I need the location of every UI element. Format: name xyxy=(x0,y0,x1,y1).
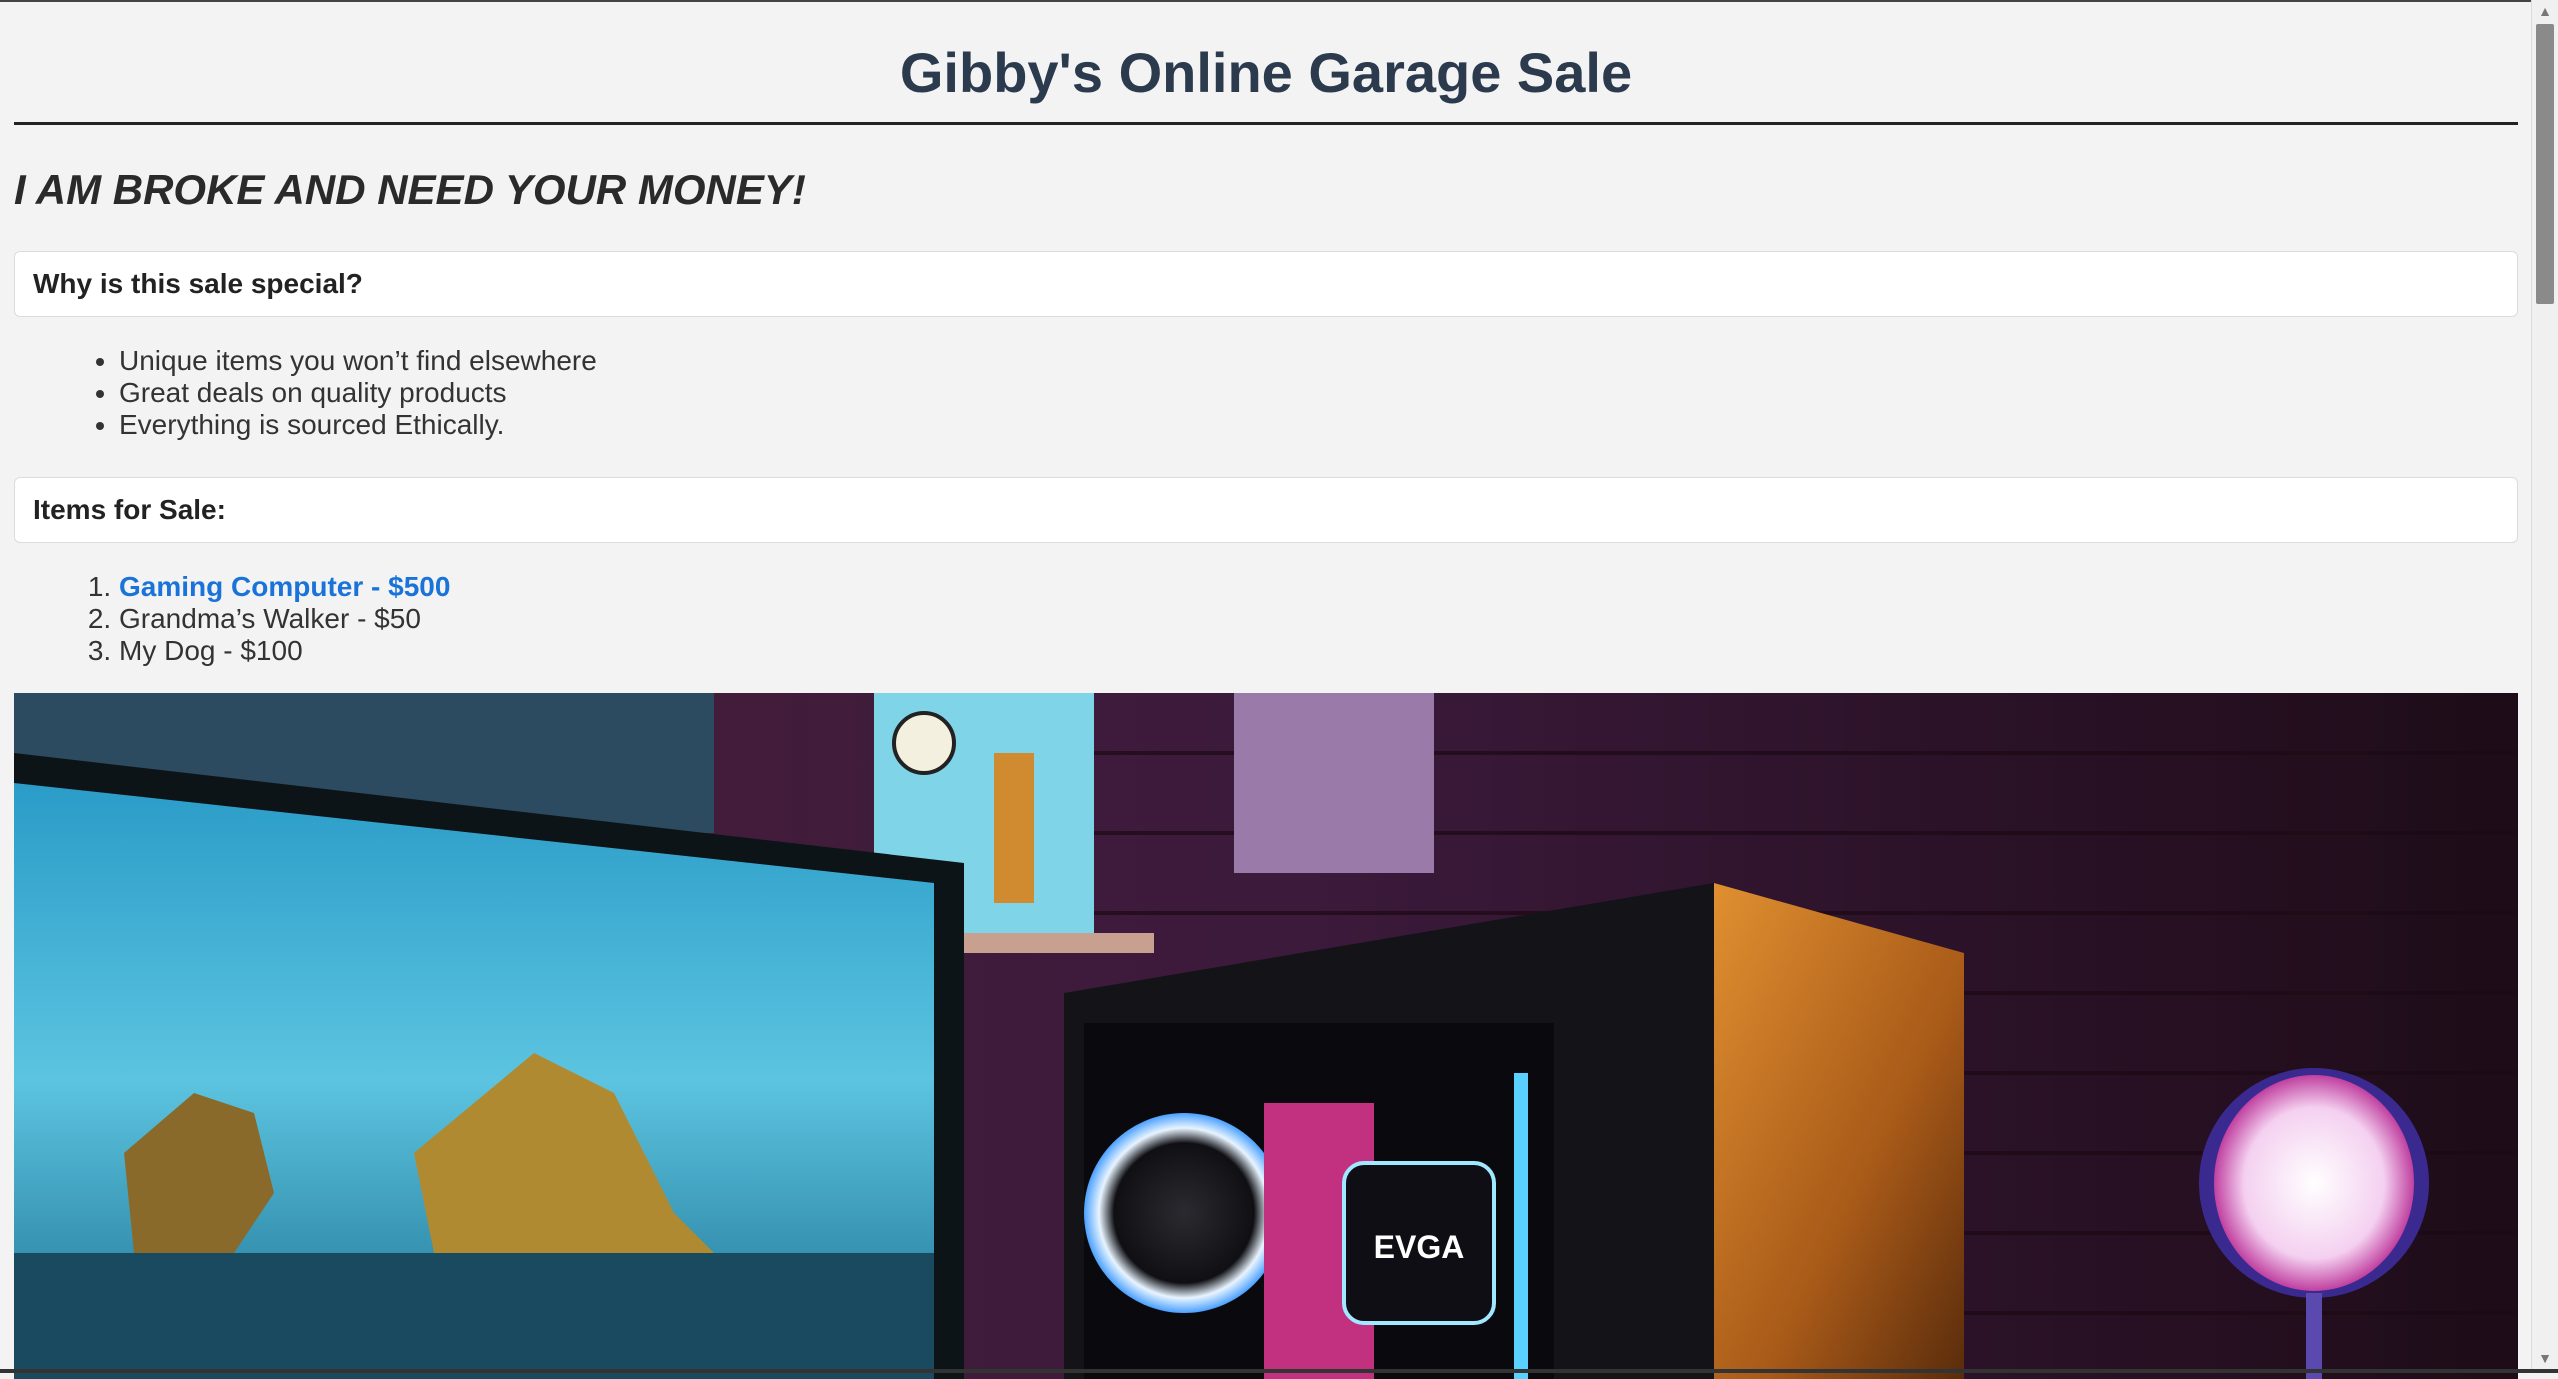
evga-logo-text: EVGA xyxy=(1374,1229,1465,1265)
scroll-up-arrow-icon[interactable]: ▲ xyxy=(2532,0,2558,22)
list-item: Great deals on quality products xyxy=(119,377,2518,409)
page-title: Gibby's Online Garage Sale xyxy=(14,0,2518,118)
tagline-heading: I AM BROKE AND NEED YOUR MONEY! xyxy=(14,165,2518,215)
list-item: Unique items you won’t find elsewhere xyxy=(119,345,2518,377)
list-item: Gaming Computer - $500 xyxy=(119,571,2518,603)
items-for-sale-heading: Items for Sale: xyxy=(33,494,226,525)
gaming-computer-link[interactable]: Gaming Computer - $500 xyxy=(119,571,450,602)
features-list: Unique items you won’t find elsewhere Gr… xyxy=(14,345,2518,441)
list-item: My Dog - $100 xyxy=(119,635,2518,667)
items-for-sale-panel: Items for Sale: xyxy=(14,477,2518,543)
items-list: Gaming Computer - $500 Grandma’s Walker … xyxy=(14,571,2518,667)
list-item: Grandma’s Walker - $50 xyxy=(119,603,2518,635)
list-item: Everything is sourced Ethically. xyxy=(119,409,2518,441)
vertical-scrollbar[interactable]: ▲ ▼ xyxy=(2531,0,2558,1373)
page-content: Gibby's Online Garage Sale I AM BROKE AN… xyxy=(14,0,2518,1379)
why-special-panel: Why is this sale special? xyxy=(14,251,2518,317)
window-bottom-border xyxy=(0,1369,2558,1373)
why-special-heading: Why is this sale special? xyxy=(33,268,363,299)
scrollbar-thumb[interactable] xyxy=(2536,24,2554,304)
title-divider xyxy=(14,122,2518,125)
scroll-down-arrow-icon[interactable]: ▼ xyxy=(2532,1347,2558,1369)
gaming-computer-photo: EVGA xyxy=(14,693,2518,1379)
